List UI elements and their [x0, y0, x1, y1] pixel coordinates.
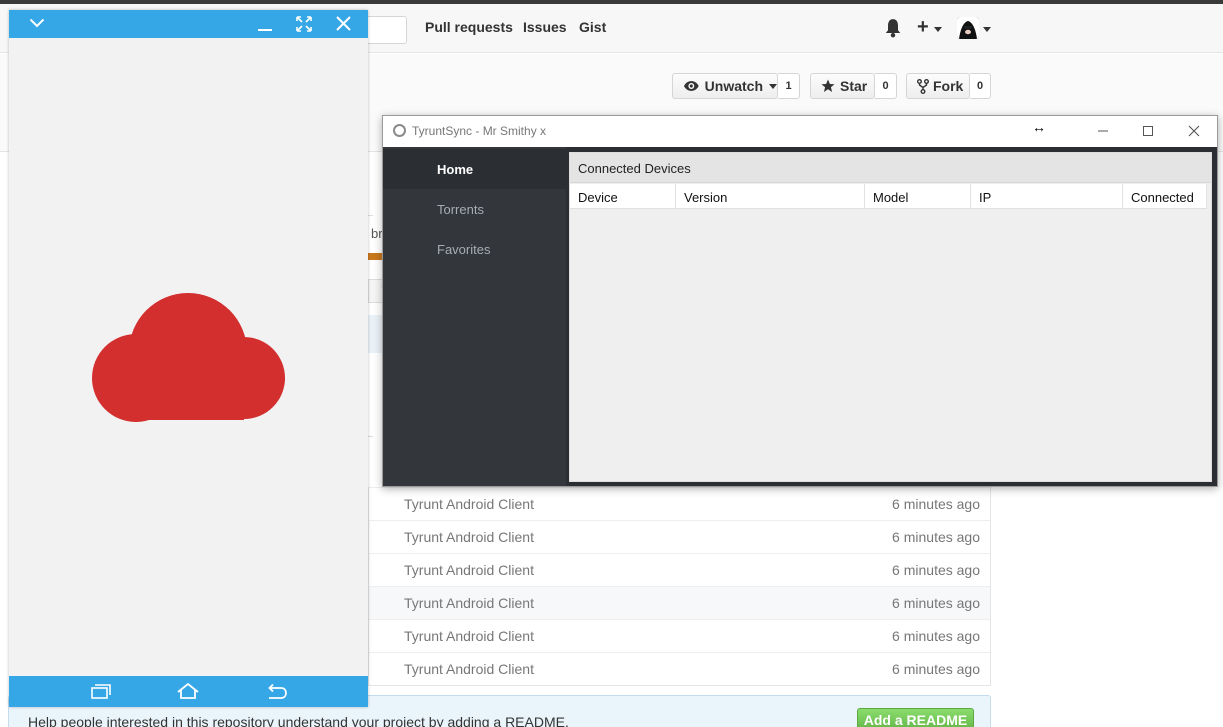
commit-message[interactable]: Tyrunt Android Client	[404, 496, 534, 512]
unwatch-label: Unwatch	[704, 78, 763, 94]
readme-prompt-text: Help people interested in this repositor…	[28, 714, 569, 727]
bell-icon[interactable]	[884, 18, 902, 38]
window-title: TyruntSync - Mr Smithy x	[412, 124, 547, 138]
minimize-icon[interactable]	[258, 19, 272, 31]
avatar[interactable]	[957, 17, 979, 39]
avatar-image	[957, 17, 979, 39]
commit-message[interactable]: Tyrunt Android Client	[404, 562, 534, 578]
watchers-count[interactable]: 1	[778, 73, 800, 99]
caret-down-icon	[934, 27, 942, 32]
commit-age: 6 minutes ago	[892, 562, 980, 578]
devices-table-body	[570, 210, 1207, 481]
chevron-down-icon[interactable]	[29, 18, 45, 28]
back-icon[interactable]	[266, 683, 288, 699]
unwatch-button[interactable]: Unwatch	[672, 73, 778, 99]
commit-age: 6 minutes ago	[892, 529, 980, 545]
star-button[interactable]: Star	[810, 73, 875, 99]
commit-message[interactable]: Tyrunt Android Client	[404, 661, 534, 677]
stargazers-count[interactable]: 0	[875, 73, 897, 99]
star-icon	[821, 79, 835, 92]
emulator-titlebar	[9, 10, 368, 38]
caret-down-icon	[983, 27, 991, 32]
column-header-version[interactable]: Version	[676, 184, 865, 209]
close-icon[interactable]	[336, 16, 351, 31]
file-list: Tyrunt Android Client 6 minutes ago Tyru…	[368, 487, 991, 686]
commit-age: 6 minutes ago	[892, 496, 980, 512]
branch-selector-text[interactable]: br	[371, 226, 383, 241]
nav-pull-requests[interactable]: Pull requests	[425, 19, 513, 35]
cloud-icon	[92, 293, 285, 422]
close-icon	[1188, 125, 1200, 137]
commit-message[interactable]: Tyrunt Android Client	[404, 529, 534, 545]
maximize-button[interactable]	[1133, 121, 1163, 141]
emulator-navbar	[9, 676, 368, 707]
close-button[interactable]	[1179, 121, 1209, 141]
table-row[interactable]: Tyrunt Android Client 6 minutes ago	[369, 553, 990, 586]
home-icon[interactable]	[177, 683, 199, 699]
table-row[interactable]: Tyrunt Android Client 6 minutes ago	[369, 652, 990, 685]
table-row[interactable]: Tyrunt Android Client 6 minutes ago	[369, 487, 990, 520]
panel-title: Connected Devices	[570, 153, 1211, 183]
maximize-icon	[1143, 126, 1153, 136]
column-header-model[interactable]: Model	[865, 184, 971, 209]
nav-issues[interactable]: Issues	[523, 19, 567, 35]
fullscreen-icon[interactable]	[296, 16, 312, 32]
commit-age: 6 minutes ago	[892, 628, 980, 644]
phone-emulator-window	[9, 10, 368, 707]
forks-count[interactable]: 0	[970, 73, 991, 99]
column-header-device[interactable]: Device	[570, 184, 676, 209]
commit-message[interactable]: Tyrunt Android Client	[404, 628, 534, 644]
devices-table-header: Device Version Model IP Connected	[570, 184, 1207, 209]
commit-age: 6 minutes ago	[892, 661, 980, 677]
minimize-button[interactable]	[1088, 121, 1118, 141]
sidebar-item-home[interactable]: Home	[383, 149, 566, 189]
eye-icon	[683, 81, 699, 91]
commit-age: 6 minutes ago	[892, 595, 980, 611]
plus-icon[interactable]: +	[917, 16, 929, 39]
star-label: Star	[840, 78, 868, 94]
sidebar: Home Torrents Favorites	[383, 147, 566, 486]
column-header-connected[interactable]: Connected	[1123, 184, 1207, 209]
tyruntsync-window: TyruntSync - Mr Smithy x ↔ Home Torrents…	[382, 115, 1218, 487]
app-icon	[393, 124, 406, 137]
column-header-ip[interactable]: IP	[971, 184, 1123, 209]
resize-cursor-icon: ↔	[1032, 119, 1046, 135]
fork-label: Fork	[933, 78, 964, 94]
window-titlebar[interactable]: TyruntSync - Mr Smithy x ↔	[383, 116, 1217, 146]
recents-icon[interactable]	[91, 684, 111, 699]
nav-gist[interactable]: Gist	[579, 19, 606, 35]
fork-button[interactable]: Fork	[906, 73, 970, 99]
caret-down-icon	[769, 83, 777, 89]
sidebar-item-favorites[interactable]: Favorites	[383, 229, 566, 269]
table-row[interactable]: Tyrunt Android Client 6 minutes ago	[369, 586, 990, 619]
table-row[interactable]: Tyrunt Android Client 6 minutes ago	[369, 520, 990, 553]
sidebar-item-torrents[interactable]: Torrents	[383, 189, 566, 229]
window-body: Home Torrents Favorites Connected Device…	[383, 147, 1217, 486]
fork-icon	[917, 78, 929, 94]
commit-message[interactable]: Tyrunt Android Client	[404, 595, 534, 611]
table-row[interactable]: Tyrunt Android Client 6 minutes ago	[369, 619, 990, 652]
minimize-icon	[1098, 130, 1108, 132]
add-readme-button[interactable]: Add a README	[857, 708, 974, 727]
connected-devices-panel: Connected Devices Device Version Model I…	[569, 152, 1212, 482]
